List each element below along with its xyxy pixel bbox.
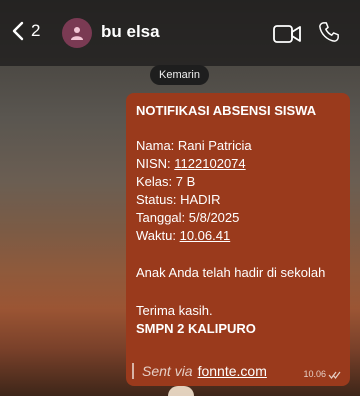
nisn-label: NISN: <box>136 156 175 171</box>
status-line: Status: HADIR <box>136 192 221 207</box>
avatar[interactable] <box>62 18 92 48</box>
timestamp-text: 10.06 <box>303 369 326 379</box>
wallpaper-sun <box>168 386 194 396</box>
message-timestamp: 10.06 <box>303 369 342 379</box>
sent-via-footer: Sent via fonnte.com <box>132 363 267 379</box>
double-check-icon <box>328 371 341 379</box>
class-line: Kelas: 7 B <box>136 174 196 189</box>
school-name: SMPN 2 KALIPURO <box>136 321 256 336</box>
phone-icon[interactable] <box>318 21 340 43</box>
contact-name[interactable]: bu elsa <box>101 22 160 42</box>
back-button[interactable]: 2 <box>10 20 40 42</box>
video-camera-icon[interactable] <box>272 23 302 45</box>
nisn-link[interactable]: 1122102074 <box>174 156 245 171</box>
time-label: Waktu: <box>136 228 180 243</box>
nisn-line: NISN: 1122102074 <box>136 156 246 171</box>
date-separator: Kemarin <box>150 65 209 85</box>
person-icon <box>71 27 83 40</box>
message-bubble[interactable]: NOTIFIKASI ABSENSI SISWA Nama: Rani Patr… <box>126 93 350 386</box>
student-name: Nama: Rani Patricia <box>136 138 252 153</box>
time-link[interactable]: 10.06.41 <box>180 228 231 243</box>
message-body: Anak Anda telah hadir di sekolah <box>136 265 326 280</box>
sent-via-label: Sent via <box>142 363 193 379</box>
chevron-left-icon <box>12 21 24 41</box>
message-title: NOTIFIKASI ABSENSI SISWA <box>136 103 317 118</box>
thanks-line: Terima kasih. <box>136 303 213 318</box>
chat-header: 2 bu elsa <box>0 0 360 66</box>
time-line: Waktu: 10.06.41 <box>136 228 230 243</box>
date-line: Tanggal: 5/8/2025 <box>136 210 240 225</box>
fonnte-link[interactable]: fonnte.com <box>198 363 267 379</box>
back-unread-count: 2 <box>31 21 41 40</box>
quote-bar <box>132 363 134 379</box>
